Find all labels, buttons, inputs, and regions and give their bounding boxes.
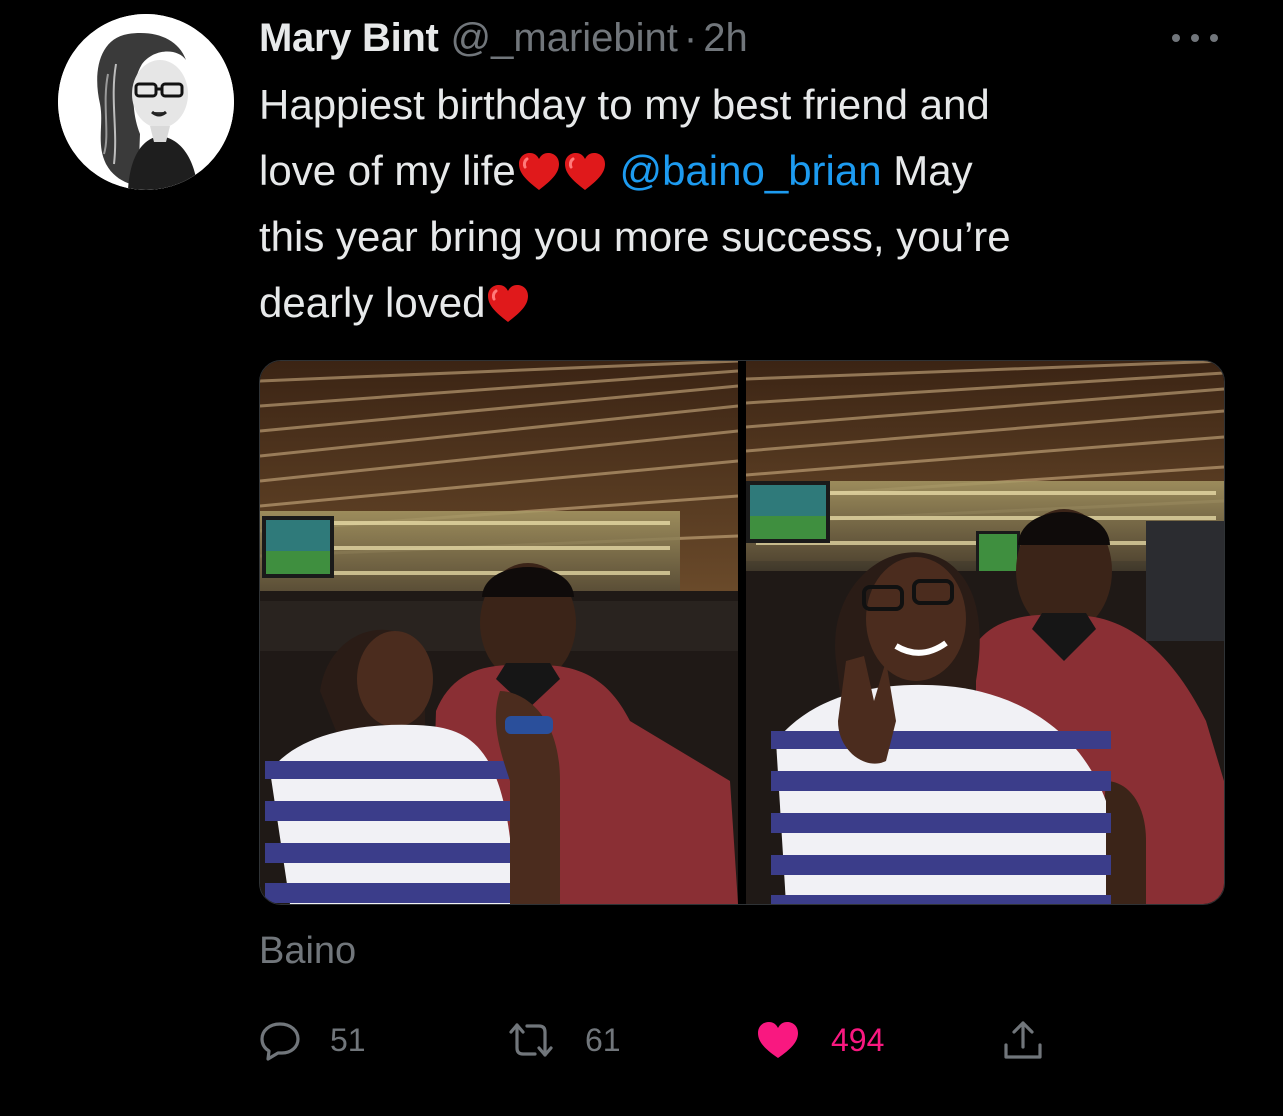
heart-icon <box>758 1022 798 1058</box>
timestamp[interactable]: 2h <box>703 16 748 61</box>
dot <box>1210 34 1218 42</box>
text-line: love of my life @baino_brian May <box>259 138 1219 204</box>
tweet-location[interactable]: Baino <box>259 930 356 973</box>
user-handle[interactable]: @_mariebint <box>451 16 678 61</box>
red-heart-emoji-icon <box>516 149 562 195</box>
tweet-actions: 51 61 494 <box>0 1014 1283 1066</box>
reply-count: 51 <box>330 1021 366 1058</box>
tweet[interactable]: Mary Bint @_mariebint · 2h Happiest birt… <box>0 0 1283 1116</box>
photo-couple-smile-bar-icon <box>746 361 1224 904</box>
text-segment: dearly loved <box>259 279 486 326</box>
share-icon <box>1004 1021 1042 1059</box>
media-divider <box>738 361 746 904</box>
tweet-media <box>259 360 1225 905</box>
text-segment: this year bring you more success, you’re <box>259 213 1011 260</box>
photo-couple-kiss-bar-icon <box>260 361 738 904</box>
retweet-icon <box>509 1023 553 1057</box>
dot <box>1191 34 1199 42</box>
media-photo-1[interactable] <box>260 361 738 904</box>
share-button[interactable] <box>1000 1014 1046 1066</box>
display-name[interactable]: Mary Bint <box>259 16 439 61</box>
like-count: 494 <box>831 1021 885 1058</box>
separator-dot: · <box>683 15 698 60</box>
text-segment: love of my life <box>259 147 516 194</box>
text-segment: May <box>881 147 973 194</box>
tweet-text: Happiest birthday to my best friend and … <box>259 72 1219 336</box>
reply-icon <box>260 1022 300 1061</box>
red-heart-emoji-icon <box>562 149 608 195</box>
red-heart-emoji-icon <box>485 281 531 327</box>
ellipsis-icon[interactable] <box>1172 26 1218 50</box>
dot <box>1172 34 1180 42</box>
text-line: Happiest birthday to my best friend and <box>259 72 1219 138</box>
retweet-count: 61 <box>585 1021 621 1058</box>
like-button[interactable]: 494 <box>755 1014 884 1066</box>
text-line: this year bring you more success, you’re <box>259 204 1219 270</box>
text-segment: Happiest birthday to my best friend and <box>259 81 990 128</box>
cartoon-woman-avatar-icon <box>58 14 234 190</box>
avatar[interactable] <box>58 14 234 190</box>
tweet-header: Mary Bint @_mariebint · 2h <box>259 12 748 64</box>
retweet-button[interactable]: 61 <box>505 1014 621 1066</box>
reply-button[interactable]: 51 <box>258 1014 366 1066</box>
text-line: dearly loved <box>259 270 1219 336</box>
mention-link[interactable]: @baino_brian <box>619 147 881 194</box>
media-photo-2[interactable] <box>746 361 1224 904</box>
